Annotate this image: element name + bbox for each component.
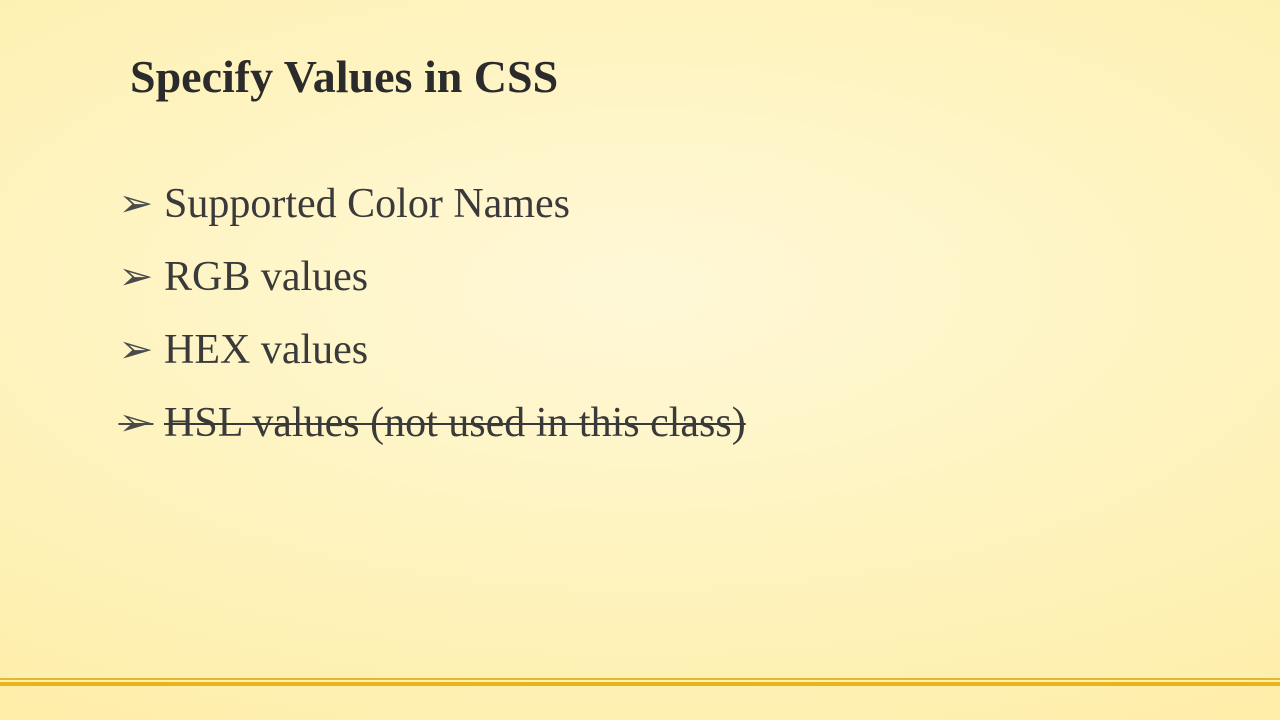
list-item-label: HEX values (164, 327, 368, 373)
list-item: ➢ RGB values (120, 246, 1160, 309)
list-item-label: HSL values (not used in this class) (164, 400, 746, 446)
list-item-label: RGB values (164, 254, 368, 300)
chevron-icon: ➢ (118, 395, 153, 452)
list-item: ➢ HEX values (120, 319, 1160, 382)
slide-title: Specify Values in CSS (130, 50, 1160, 103)
list-item-strikethrough: ➢ HSL values (not used in this class) (120, 392, 1160, 455)
chevron-icon: ➢ (118, 249, 153, 306)
list-item: ➢ Supported Color Names (120, 173, 1160, 236)
bullet-list: ➢ Supported Color Names ➢ RGB values ➢ H… (120, 173, 1160, 455)
slide: Specify Values in CSS ➢ Supported Color … (0, 0, 1280, 720)
footer-divider (0, 678, 1280, 684)
chevron-icon: ➢ (118, 322, 153, 379)
chevron-icon: ➢ (118, 176, 153, 233)
list-item-label: Supported Color Names (164, 181, 570, 227)
